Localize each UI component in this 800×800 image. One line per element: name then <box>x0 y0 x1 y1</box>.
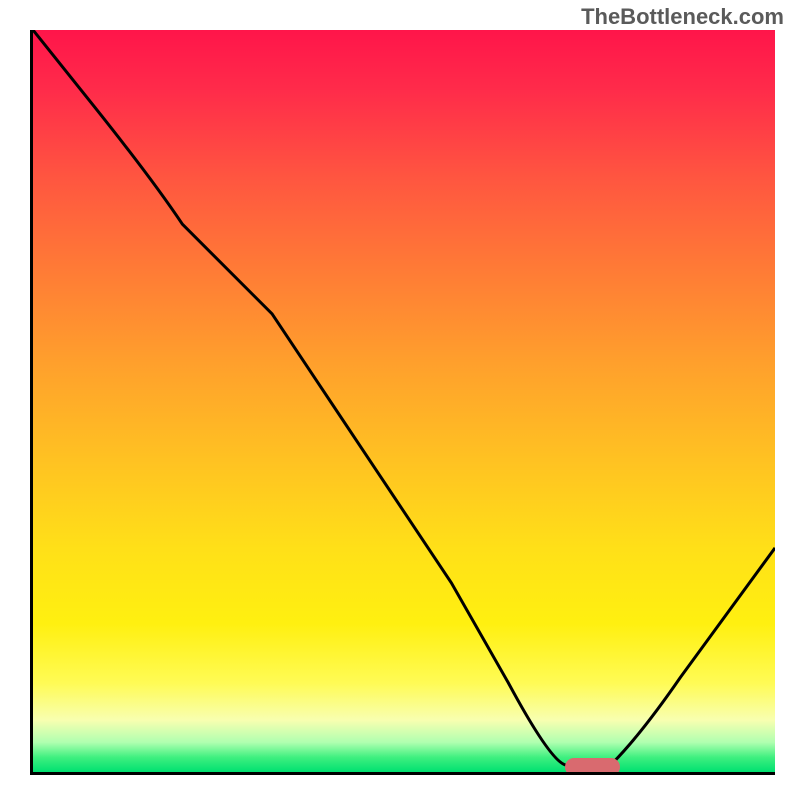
curve-layer <box>33 30 775 772</box>
plot-area <box>30 30 775 775</box>
bottleneck-curve-line <box>33 30 775 765</box>
optimal-marker-icon <box>565 758 620 775</box>
watermark-text: TheBottleneck.com <box>581 4 784 30</box>
